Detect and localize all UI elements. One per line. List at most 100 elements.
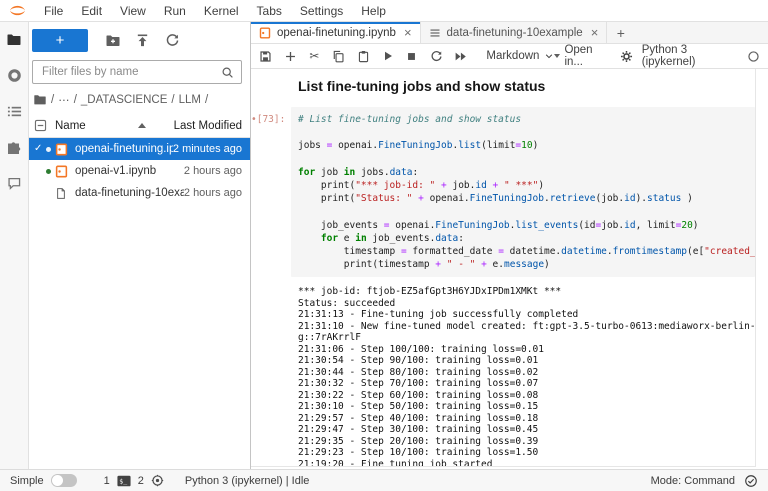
- breadcrumb-ellipsis[interactable]: ⋯: [58, 93, 70, 107]
- copy-cells-icon[interactable]: [332, 49, 345, 64]
- kernel-running-dot: [46, 169, 55, 174]
- chevron-down-icon: [554, 54, 560, 58]
- mode-indicator: Mode: Command: [651, 475, 735, 487]
- close-icon[interactable]: ×: [404, 26, 412, 39]
- close-icon[interactable]: ×: [591, 26, 599, 39]
- status-bar: Simple 1 $_ 2 Python 3 (ipykernel) | Idl…: [0, 469, 768, 491]
- menu-settings[interactable]: Settings: [291, 4, 352, 18]
- terminal-count: 1: [104, 475, 110, 487]
- open-in-label: Open in...: [564, 44, 610, 68]
- notebook-icon: [259, 27, 271, 39]
- extension-manager-icon[interactable]: [6, 139, 23, 156]
- output-area: *** job-id: ftjob-EZ5afGpt3H6YJDxIPDm1XM…: [251, 286, 755, 467]
- search-icon: [221, 66, 234, 79]
- file-row-openai-finetuning[interactable]: ✓ openai-finetuning.ipynb 2 minutes ago: [29, 138, 250, 160]
- notebook-icon: [55, 143, 70, 156]
- menu-tabs[interactable]: Tabs: [248, 4, 291, 18]
- file-name: openai-v1.ipynb: [75, 165, 184, 177]
- refresh-icon[interactable]: [164, 32, 181, 49]
- file-browser-icon[interactable]: [6, 31, 23, 48]
- jupyterlab-window: File Edit View Run Kernel Tabs Settings …: [0, 0, 768, 491]
- file-browser-panel: + /: [29, 22, 251, 469]
- restart-kernel-icon[interactable]: [430, 49, 443, 64]
- main-row: + /: [0, 22, 768, 469]
- kernel-status-text[interactable]: Python 3 (ipykernel) | Idle: [185, 475, 310, 487]
- home-folder-icon[interactable]: [33, 93, 47, 107]
- new-tab-button[interactable]: +: [607, 22, 634, 43]
- terminal-icon: $_: [117, 475, 131, 487]
- notebook-document: List fine-tuning jobs and show status •[…: [251, 69, 756, 467]
- cut-cells-icon[interactable]: ✂: [308, 49, 321, 64]
- cell-type-dropdown[interactable]: Markdown: [486, 50, 554, 62]
- filter-box: [32, 60, 242, 84]
- breadcrumb-sep: /: [51, 94, 54, 106]
- run-cell-icon[interactable]: [381, 49, 394, 64]
- menu-bar: File Edit View Run Kernel Tabs Settings …: [0, 0, 768, 22]
- file-browser-toolbar: +: [29, 22, 250, 56]
- new-folder-icon[interactable]: [104, 32, 121, 49]
- activity-bar: [0, 22, 29, 469]
- svg-text:$_: $_: [119, 477, 127, 485]
- gear-icon[interactable]: [620, 50, 633, 63]
- menu-edit[interactable]: Edit: [72, 4, 111, 18]
- upload-icon[interactable]: [134, 32, 151, 49]
- restart-run-all-icon[interactable]: [454, 49, 467, 64]
- add-cell-icon[interactable]: [283, 49, 296, 64]
- running-kernels-icon[interactable]: [6, 67, 23, 84]
- running-sessions[interactable]: 1 $_ 2: [104, 474, 164, 487]
- tab-data-finetuning-10example[interactable]: data-finetuning-10example ×: [421, 22, 608, 43]
- file-icon: [55, 187, 70, 200]
- chat-icon[interactable]: [6, 175, 23, 192]
- column-header-name[interactable]: Name: [55, 120, 86, 132]
- file-name: data-finetuning-10exa...: [75, 187, 184, 199]
- file-name: openai-finetuning.ipynb: [75, 143, 173, 155]
- notebook-toolbar: ✂ Markd: [251, 44, 768, 69]
- code-editor[interactable]: # List fine-tuning jobs and show status …: [291, 107, 755, 277]
- markdown-cell[interactable]: List fine-tuning jobs and show status: [298, 78, 755, 94]
- file-row-data-finetuning[interactable]: data-finetuning-10exa... 2 hours ago: [29, 182, 250, 204]
- kernel-name[interactable]: Python 3 (ipykernel): [642, 44, 738, 68]
- select-all-checkbox[interactable]: [34, 119, 47, 132]
- column-header-last-modified[interactable]: Last Modified: [174, 120, 242, 132]
- breadcrumb-folder-llm[interactable]: LLM: [179, 94, 201, 106]
- breadcrumb-sep: /: [171, 94, 174, 106]
- breadcrumb-sep: /: [205, 94, 208, 106]
- menu-run[interactable]: Run: [155, 4, 195, 18]
- open-in-dropdown[interactable]: Open in...: [554, 44, 610, 68]
- kernel-running-dot: [46, 147, 55, 152]
- file-modified: 2 hours ago: [184, 165, 242, 177]
- menu-kernel[interactable]: Kernel: [195, 4, 248, 18]
- table-of-contents-icon[interactable]: [6, 103, 23, 120]
- menu-file[interactable]: File: [35, 4, 72, 18]
- file-modified: 2 hours ago: [184, 187, 242, 199]
- paste-cells-icon[interactable]: [357, 49, 370, 64]
- save-icon[interactable]: [259, 49, 272, 64]
- filter-files-input[interactable]: [40, 65, 221, 79]
- sort-ascending-icon: [138, 123, 146, 128]
- breadcrumb: / ⋯ / _DATASCIENCE / LLM /: [29, 86, 250, 111]
- simple-mode-toggle[interactable]: [51, 474, 77, 487]
- menu-view[interactable]: View: [111, 4, 155, 18]
- tab-bar: openai-finetuning.ipynb × data-finetunin…: [251, 22, 768, 44]
- breadcrumb-folder-datascience[interactable]: _DATASCIENCE: [81, 94, 167, 106]
- selected-check-icon: ✓: [34, 144, 46, 154]
- new-launcher-button[interactable]: +: [32, 29, 88, 52]
- output-text: *** job-id: ftjob-EZ5afGpt3H6YJDxIPDm1XM…: [298, 286, 755, 467]
- code-text: # List fine-tuning jobs and show status …: [298, 113, 755, 271]
- cell-type-value: Markdown: [486, 50, 539, 62]
- tab-label: openai-finetuning.ipynb: [277, 27, 396, 39]
- stop-kernel-icon[interactable]: [405, 49, 418, 64]
- tab-openai-finetuning[interactable]: openai-finetuning.ipynb ×: [251, 22, 421, 43]
- toolbar-right: Open in... Python 3 (ipykernel): [554, 44, 760, 68]
- file-row-openai-v1[interactable]: openai-v1.ipynb 2 hours ago: [29, 160, 250, 182]
- menu-help[interactable]: Help: [352, 4, 395, 18]
- code-cell: •[73]: # List fine-tuning jobs and show …: [251, 107, 755, 277]
- breadcrumb-sep: /: [74, 94, 77, 106]
- kernel-sessions-icon: [151, 474, 164, 487]
- file-modified: 2 minutes ago: [173, 143, 242, 155]
- notification-check-icon[interactable]: [744, 474, 758, 488]
- output-gutter: [251, 286, 298, 467]
- json-file-icon: [429, 27, 441, 39]
- main-area: openai-finetuning.ipynb × data-finetunin…: [251, 22, 768, 469]
- kernel-count: 2: [138, 475, 144, 487]
